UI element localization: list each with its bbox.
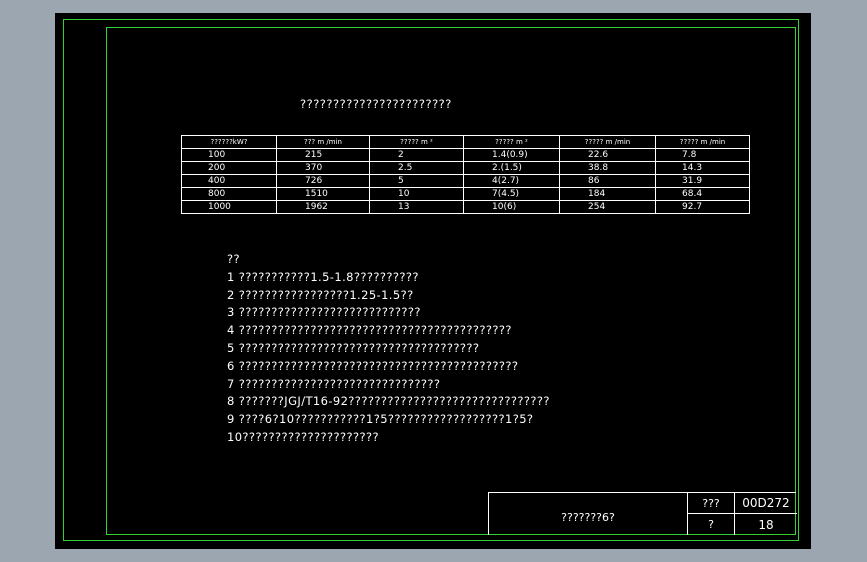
table-cell: 38.8 <box>559 161 656 175</box>
table-cell: 2.5 <box>369 161 464 175</box>
note-line: 5 ????????????????????????????????????? <box>227 340 480 355</box>
table-cell: 1962 <box>276 200 370 214</box>
table-cell: 14.3 <box>655 161 750 175</box>
table-header-cell: ????? m /min <box>559 135 656 149</box>
table-cell: 5 <box>369 174 464 188</box>
table-row: 200 370 2.5 2.(1.5) 38.8 14.3 <box>181 161 750 175</box>
table-cell: 800 <box>181 187 277 201</box>
note-line: 6 ??????????????????????????????????????… <box>227 358 519 373</box>
drawing-number: 00D272 <box>735 493 797 514</box>
table-cell: 726 <box>276 174 370 188</box>
table-header-cell: ????? m /min <box>655 135 750 149</box>
drawing-viewport[interactable]: ??????????????????????? ??????kW? ??? m … <box>55 13 811 549</box>
table-header-cell: ??? m /min <box>276 135 370 149</box>
table-cell: 68.4 <box>655 187 750 201</box>
drawing-title: ??????????????????????? <box>300 97 452 111</box>
title-block-name: ???????6? <box>489 493 688 535</box>
table-cell: 2.(1.5) <box>463 161 560 175</box>
table-cell: 13 <box>369 200 464 214</box>
table-cell: 1510 <box>276 187 370 201</box>
table-cell: 370 <box>276 161 370 175</box>
title-block: ???????6? ??? 00D272 ? 18 <box>488 492 797 535</box>
note-line: 8 ???????JGJ/T16-92?????????????????????… <box>227 394 550 409</box>
note-line: 9 ????6?10???????????1?5????????????????… <box>227 412 534 427</box>
table-cell: 7(4.5) <box>463 187 560 201</box>
page-number: 18 <box>758 517 774 532</box>
note-line: 7 ??????????????????????????????? <box>227 376 441 391</box>
table-header-cell: ????? m ² <box>369 135 464 149</box>
table-cell: 1000 <box>181 200 277 214</box>
note-line: 4 ??????????????????????????????????????… <box>227 323 512 338</box>
notes-block: ?? 1 ???????????1.5-1.8?????????? 2 ????… <box>227 251 550 447</box>
note-line: 10????????????????????? <box>227 429 380 444</box>
table-cell: 200 <box>181 161 277 175</box>
table-cell: 1.4(0.9) <box>463 148 560 162</box>
note-line: 2 ?????????????????1.25-1.5?? <box>227 287 414 302</box>
title-block-label-bottom: ? <box>688 514 735 535</box>
table-cell: 92.7 <box>655 200 750 214</box>
note-line: 3 ???????????????????????????? <box>227 305 421 320</box>
notes-heading: ?? <box>227 252 241 266</box>
table-header-cell: ??????kW? <box>181 135 277 149</box>
table-cell: 4(2.7) <box>463 174 560 188</box>
note-line: 1 ???????????1.5-1.8?????????? <box>227 269 419 284</box>
table-row: 400 726 5 4(2.7) 86 31.9 <box>181 174 750 188</box>
table-cell: 31.9 <box>655 174 750 188</box>
table-header-cell: ????? m ² <box>463 135 560 149</box>
table-cell: 22.6 <box>559 148 656 162</box>
table-cell: 215 <box>276 148 370 162</box>
table-row: 100 215 2 1.4(0.9) 22.6 7.8 <box>181 148 750 162</box>
table-cell: 2 <box>369 148 464 162</box>
title-block-label-top: ??? <box>688 493 735 514</box>
data-table: ??????kW? ??? m /min ????? m ² ????? m ²… <box>181 135 750 214</box>
table-cell: 7.8 <box>655 148 750 162</box>
table-cell: 10 <box>369 187 464 201</box>
table-cell: 400 <box>181 174 277 188</box>
table-cell: 184 <box>559 187 656 201</box>
table-header-row: ??????kW? ??? m /min ????? m ² ????? m ²… <box>181 135 750 149</box>
table-cell: 10(6) <box>463 200 560 214</box>
table-cell: 254 <box>559 200 656 214</box>
table-row: 800 1510 10 7(4.5) 184 68.4 <box>181 187 750 201</box>
table-row: 1000 1962 13 10(6) 254 92.7 <box>181 200 750 214</box>
table-cell: 100 <box>181 148 277 162</box>
table-cell: 86 <box>559 174 656 188</box>
